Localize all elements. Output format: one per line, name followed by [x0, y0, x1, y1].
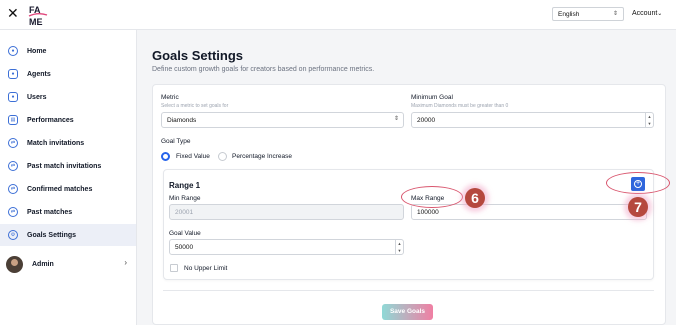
sidebar-item-users[interactable]: ● Users [0, 86, 136, 108]
metric-label: Metric [161, 94, 179, 101]
sidebar-item-match-invitations[interactable]: ⇄ Match invitations [0, 132, 136, 154]
svg-text:ME: ME [29, 17, 43, 27]
range-title: Range 1 [169, 181, 201, 190]
radio-fixed-value[interactable] [161, 152, 170, 161]
min-range-input: 20001 [169, 204, 404, 220]
sidebar-item-home[interactable]: ● Home [0, 40, 136, 62]
sidebar-item-label: Past match invitations [27, 162, 102, 170]
user-icon: ● [8, 69, 18, 79]
account-label: Account [632, 10, 658, 17]
radio-percentage-increase[interactable] [218, 152, 227, 161]
no-upper-limit-label: No Upper Limit [184, 265, 228, 272]
chart-icon: ▤ [8, 115, 18, 125]
updown-chevron-icon: ⇕ [393, 116, 399, 122]
sidebar-item-goals-settings[interactable]: ⚙ Goals Settings [0, 224, 136, 246]
number-stepper[interactable]: ▲ ▼ [395, 240, 403, 254]
min-goal-hint: Maximum Diamonds must be greater than 0 [411, 103, 509, 109]
updown-chevron-icon: ⇕ [612, 11, 618, 17]
page-title: Goals Settings [152, 48, 244, 63]
language-select[interactable]: English ⇕ [552, 7, 624, 21]
sidebar-item-past-match-invitations[interactable]: ⇄ Past match invitations [0, 155, 136, 177]
goal-type-label: Goal Type [161, 138, 191, 145]
number-stepper[interactable]: ▲ ▼ [645, 113, 653, 127]
user-icon: ● [8, 92, 18, 102]
sidebar-item-confirmed-matches[interactable]: ⇄ Confirmed matches [0, 178, 136, 200]
sidebar-item-label: Users [27, 93, 47, 101]
top-bar: ✕ FA ME English ⇕ Account⌄ [0, 0, 676, 30]
fixed-value-label: Fixed Value [176, 153, 210, 160]
step-7-badge: 7 [628, 197, 648, 217]
app-logo: FA ME [28, 5, 48, 27]
highlight-ellipse-add-button [606, 172, 670, 194]
min-goal-input[interactable]: 20000 ▲ ▼ [411, 112, 654, 128]
save-goals-button[interactable]: Save Goals [382, 304, 433, 320]
gear-icon: ⚙ [8, 230, 18, 240]
user-name: Admin [32, 260, 54, 268]
account-menu[interactable]: Account⌄ [632, 10, 662, 17]
min-range-label: Min Range [169, 195, 201, 202]
percentage-increase-label: Percentage Increase [232, 153, 292, 160]
divider [163, 290, 654, 291]
chevron-down-icon: ⌄ [657, 11, 663, 17]
metric-value: Diamonds [167, 117, 197, 124]
swap-icon: ⇄ [8, 184, 18, 194]
chevron-right-icon: › [124, 258, 127, 267]
sidebar-item-agents[interactable]: ● Agents [0, 63, 136, 85]
language-value: English [558, 11, 580, 18]
goal-value-label: Goal Value [169, 230, 201, 237]
home-icon: ● [8, 46, 18, 56]
close-icon[interactable]: ✕ [7, 6, 19, 20]
min-goal-value: 20000 [417, 117, 436, 124]
page-subtitle: Define custom growth goals for creators … [152, 66, 375, 73]
sidebar-item-label: Confirmed matches [27, 185, 93, 193]
swap-icon: ⇄ [8, 138, 18, 148]
sidebar-item-label: Performances [27, 116, 74, 124]
max-range-value: 100000 [417, 209, 439, 216]
swap-icon: ⇄ [8, 161, 18, 171]
sidebar-item-label: Match invitations [27, 139, 85, 147]
step-6-badge: 6 [465, 188, 485, 208]
highlight-ellipse-max-range [401, 186, 463, 208]
sidebar-item-label: Past matches [27, 208, 73, 216]
user-menu[interactable]: Admin › [0, 253, 136, 275]
goal-value-input[interactable]: 50000 ▲ ▼ [169, 239, 404, 255]
sidebar-item-performances[interactable]: ▤ Performances [0, 109, 136, 131]
sidebar-item-label: Agents [27, 70, 51, 78]
swap-icon: ⇄ [8, 207, 18, 217]
metric-select[interactable]: Diamonds ⇕ [161, 112, 404, 128]
sidebar-item-past-matches[interactable]: ⇄ Past matches [0, 201, 136, 223]
min-range-value: 20001 [175, 209, 194, 216]
metric-hint: Select a metric to set goals for [161, 103, 229, 109]
goal-value: 50000 [175, 244, 194, 251]
min-goal-label: Minimum Goal [411, 94, 453, 101]
sidebar-item-label: Goals Settings [27, 231, 77, 239]
range-card [163, 169, 654, 280]
avatar [6, 255, 23, 273]
sidebar: ● Home ● Agents ● Users ▤ Performances ⇄… [0, 30, 137, 325]
no-upper-limit-checkbox[interactable] [170, 264, 178, 272]
sidebar-item-label: Home [27, 47, 47, 55]
